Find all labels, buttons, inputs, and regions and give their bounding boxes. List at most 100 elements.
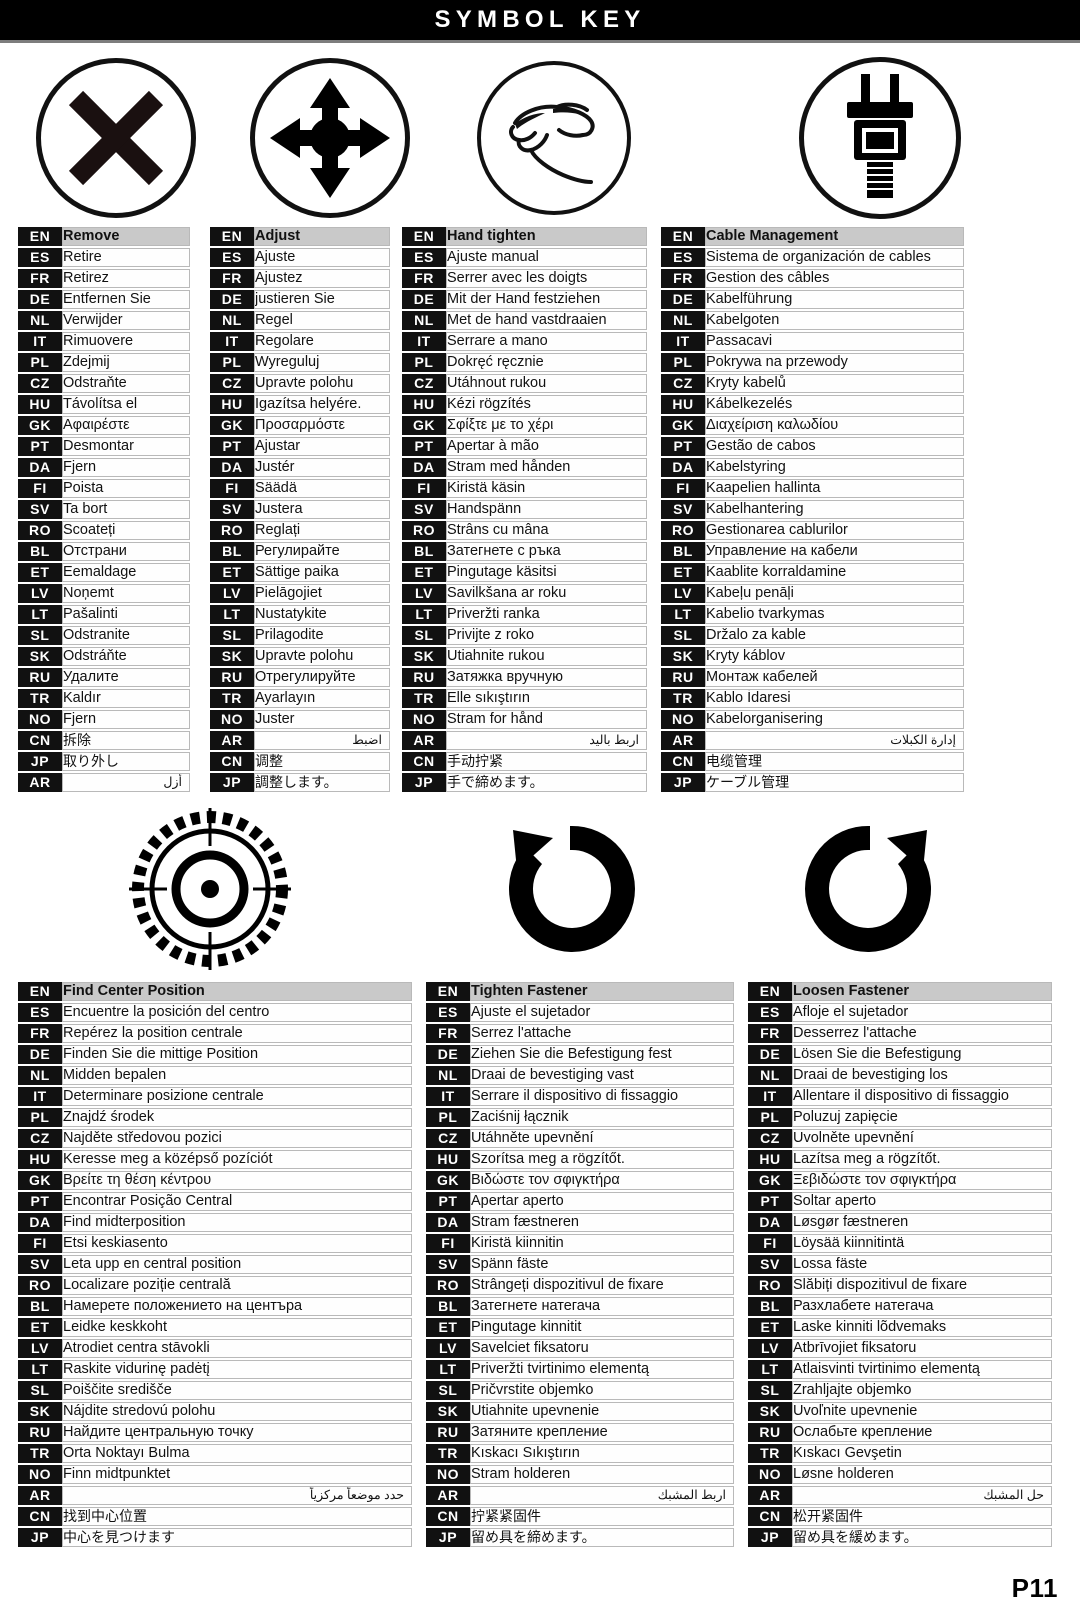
- language-code: BL: [426, 1297, 470, 1316]
- language-term: Kıskacı Sıkıştırın: [470, 1444, 734, 1463]
- language-term: Desmontar: [62, 437, 190, 456]
- language-code: TR: [661, 689, 705, 708]
- table-row: RU Монтаж кабелей: [661, 668, 964, 687]
- table-row: NL Met de hand vastdraaien: [402, 311, 647, 330]
- top-symbol-row: [0, 43, 1080, 225]
- table-row: NO Juster: [210, 710, 390, 729]
- language-term: Βρείτε τη θέση κέντρου: [62, 1171, 412, 1190]
- language-term: 手で締めます。: [446, 773, 647, 792]
- language-code: PT: [402, 437, 446, 456]
- bottom-tables: EN Find Center Position ES Encuentre la pos…: [0, 980, 1080, 1549]
- language-term: Nájdite stredovú polohu: [62, 1402, 412, 1421]
- counterclockwise-rotation-arrow-icon: [795, 814, 945, 964]
- table-row: FI Löysää kiinnitintä: [748, 1234, 1052, 1253]
- language-term: Serrez l'attache: [470, 1024, 734, 1043]
- language-code: NO: [18, 1465, 62, 1484]
- language-term: 电缆管理: [705, 752, 964, 771]
- language-code: JP: [18, 1528, 62, 1547]
- table-row: JP 調整します。: [210, 773, 390, 792]
- table-row: JP ケーブル管理: [661, 773, 964, 792]
- table-row: NO Stram holderen: [426, 1465, 734, 1484]
- language-term: Βιδώστε τον σφιγκτήρα: [470, 1171, 734, 1190]
- table-row: AR اضبط: [210, 731, 390, 750]
- language-term: اربط المشبك: [470, 1486, 734, 1505]
- language-term: Savilkšana ar roku: [446, 584, 647, 603]
- table-row: PT Apertar à mão: [402, 437, 647, 456]
- language-code: RU: [210, 668, 254, 687]
- language-term: Затяните крепление: [470, 1423, 734, 1442]
- language-term: Uvolněte upevnění: [792, 1129, 1052, 1148]
- language-code: HU: [18, 1150, 62, 1169]
- symbol-loosen-fastener: [720, 806, 1020, 972]
- table-row: FI Poista: [18, 479, 190, 498]
- table-row: DA Justér: [210, 458, 390, 477]
- language-code: AR: [426, 1486, 470, 1505]
- language-code: PL: [18, 353, 62, 372]
- language-term: حل المشبك: [792, 1486, 1052, 1505]
- language-code: SL: [210, 626, 254, 645]
- language-code: DA: [661, 458, 705, 477]
- language-term: Slăbiți dispozitivul de fixare: [792, 1276, 1052, 1295]
- language-code: IT: [402, 332, 446, 351]
- language-code: PT: [661, 437, 705, 456]
- table-row: JP 中心を見つけます: [18, 1528, 412, 1547]
- table-row: HU Lazítsa meg a rögzítőt.: [748, 1150, 1052, 1169]
- table-row: RU Затяжка вручную: [402, 668, 647, 687]
- language-code: ES: [18, 248, 62, 267]
- table-row: RO Slăbiți dispozitivul de fixare: [748, 1276, 1052, 1295]
- table-row: SK Utiahnite rukou: [402, 647, 647, 666]
- language-code: ET: [18, 563, 62, 582]
- language-code: CN: [402, 752, 446, 771]
- language-term: Pašalinti: [62, 605, 190, 624]
- table-row: SK Upravte polohu: [210, 647, 390, 666]
- table-row: BL Разхлабете натегача: [748, 1297, 1052, 1316]
- table-row: NL Draai de bevestiging vast: [426, 1066, 734, 1085]
- language-code: RO: [748, 1276, 792, 1295]
- language-code: CN: [18, 1507, 62, 1526]
- table-row: SV Kabelhantering: [661, 500, 964, 519]
- language-code: BL: [402, 542, 446, 561]
- language-code: GK: [18, 1171, 62, 1190]
- language-code: EN: [210, 227, 254, 246]
- language-code: SK: [210, 647, 254, 666]
- language-term: Hand tighten: [446, 227, 647, 246]
- language-code: NL: [18, 1066, 62, 1085]
- language-term: Orta Noktayı Bulma: [62, 1444, 412, 1463]
- table-row: HU Keresse meg a középső pozíciót: [18, 1150, 412, 1169]
- language-term: Pričvrstite objemko: [470, 1381, 734, 1400]
- language-term: 拆除: [62, 731, 190, 750]
- table-row: LV Kabeļu penāļi: [661, 584, 964, 603]
- language-code: RO: [210, 521, 254, 540]
- clockwise-rotation-arrow-icon: [495, 814, 645, 964]
- language-term: Kézi rögzítés: [446, 395, 647, 414]
- table-row: LT Priveržti tvirtinimo elementą: [426, 1360, 734, 1379]
- language-code: RU: [661, 668, 705, 687]
- language-term: Отрегулируйте: [254, 668, 390, 687]
- language-term: Privijte z roko: [446, 626, 647, 645]
- language-term: justieren Sie: [254, 290, 390, 309]
- language-code: EN: [661, 227, 705, 246]
- language-term: Fjern: [62, 710, 190, 729]
- language-code: LV: [426, 1339, 470, 1358]
- language-term: Raskite vidurinę padėtį: [62, 1360, 412, 1379]
- table-row: RO Gestionarea cablurilor: [661, 521, 964, 540]
- table-row: PL Wyreguluj: [210, 353, 390, 372]
- language-code: LT: [661, 605, 705, 624]
- table-row: HU Szorítsa meg a rögzítőt.: [426, 1150, 734, 1169]
- table-row: SL Držalo za kable: [661, 626, 964, 645]
- language-code: DA: [18, 458, 62, 477]
- language-term: Remove: [62, 227, 190, 246]
- table-row: PT Soltar aperto: [748, 1192, 1052, 1211]
- table-row: LT Kabelio tvarkymas: [661, 605, 964, 624]
- table-row: SL Privijte z roko: [402, 626, 647, 645]
- language-code: AR: [748, 1486, 792, 1505]
- symbol-remove: [0, 57, 232, 219]
- language-code: PL: [18, 1108, 62, 1127]
- table-row: RO Reglați: [210, 521, 390, 540]
- language-term: Kabelführung: [705, 290, 964, 309]
- language-term: Utiahnite upevnenie: [470, 1402, 734, 1421]
- language-term: Pingutage käsitsi: [446, 563, 647, 582]
- table-row: EN Cable Management: [661, 227, 964, 246]
- table-row: TR Kıskacı Sıkıştırın: [426, 1444, 734, 1463]
- language-code: RU: [18, 1423, 62, 1442]
